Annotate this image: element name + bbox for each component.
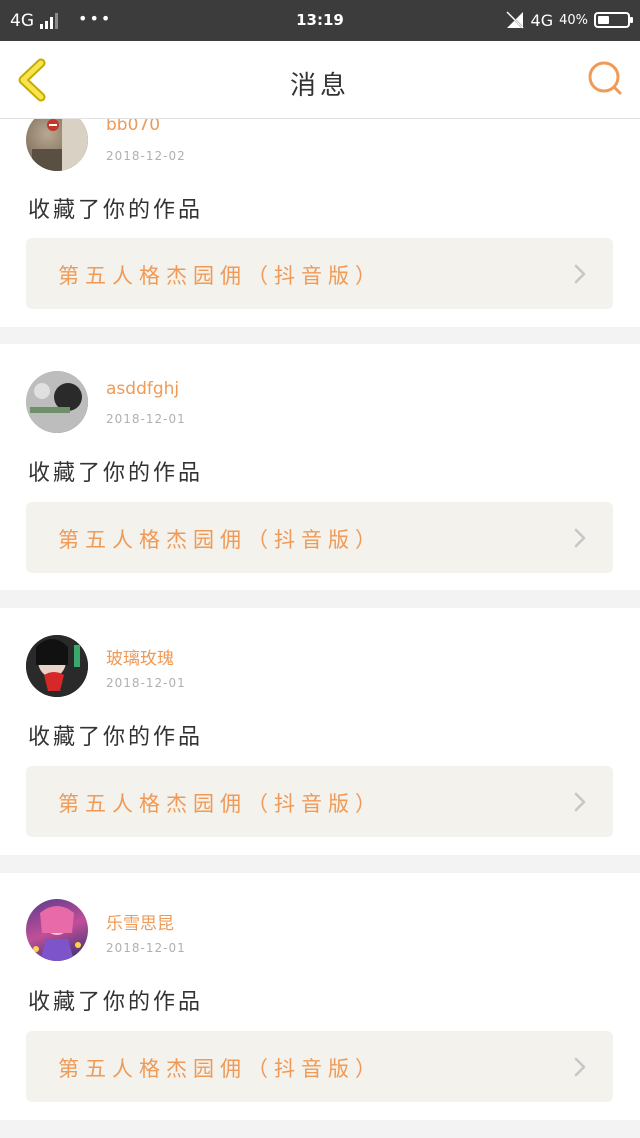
avatar[interactable]	[26, 119, 88, 171]
work-title: 第五人格杰园佣（抖音版）	[58, 528, 382, 552]
username[interactable]: 乐雪思昆	[106, 909, 174, 934]
message-card: 玻璃玫瑰 2018-12-01 收藏了你的作品 第五人格杰园佣（抖音版）	[0, 608, 640, 855]
message-date: 2018-12-02	[106, 149, 186, 163]
network-type-right: 4G	[530, 10, 554, 30]
chevron-right-icon	[574, 792, 586, 812]
chevron-right-icon	[574, 264, 586, 284]
work-link[interactable]: 第五人格杰园佣（抖音版）	[26, 502, 613, 573]
avatar-image	[26, 371, 88, 433]
page-title: 消息	[289, 71, 350, 101]
chevron-right-icon	[574, 528, 586, 548]
work-title: 第五人格杰园佣（抖音版）	[58, 1057, 382, 1081]
no-sim-icon	[505, 11, 524, 29]
avatar-image	[32, 119, 88, 171]
status-bar-right: 4G 40%	[505, 8, 633, 32]
username[interactable]: bb070	[106, 119, 160, 135]
battery-icon	[594, 12, 633, 28]
work-link[interactable]: 第五人格杰园佣（抖音版）	[26, 1031, 613, 1102]
message-card: asddfghj 2018-12-01 收藏了你的作品 第五人格杰园佣（抖音版）	[0, 344, 640, 590]
top-bar: 消息	[0, 41, 640, 119]
message-date: 2018-12-01	[106, 676, 186, 690]
avatar[interactable]	[26, 899, 88, 961]
message-action: 收藏了你的作品	[28, 461, 204, 486]
message-date: 2018-12-01	[106, 941, 186, 955]
message-card: bb070 2018-12-02 收藏了你的作品 第五人格杰园佣（抖音版）	[0, 119, 640, 327]
message-action: 收藏了你的作品	[28, 725, 204, 750]
chevron-right-icon	[574, 1057, 586, 1077]
battery-fill	[598, 16, 609, 24]
message-card: 乐雪思昆 2018-12-01 收藏了你的作品 第五人格杰园佣（抖音版）	[0, 873, 640, 1120]
message-date: 2018-12-01	[106, 412, 186, 426]
search-icon[interactable]	[586, 59, 624, 97]
work-title: 第五人格杰园佣（抖音版）	[58, 792, 382, 816]
avatar[interactable]	[26, 371, 88, 433]
username[interactable]: asddfghj	[106, 379, 179, 399]
message-action: 收藏了你的作品	[28, 198, 204, 223]
work-title: 第五人格杰园佣（抖音版）	[58, 264, 382, 288]
avatar-image	[26, 635, 88, 697]
username[interactable]: 玻璃玫瑰	[106, 644, 174, 669]
work-link[interactable]: 第五人格杰园佣（抖音版）	[26, 238, 613, 309]
avatar[interactable]	[26, 635, 88, 697]
work-link[interactable]: 第五人格杰园佣（抖音版）	[26, 766, 613, 837]
avatar-image	[33, 906, 81, 961]
battery-percent: 40%	[559, 12, 588, 28]
status-bar: 4G ••• 13:19 4G 40%	[0, 0, 640, 41]
message-list[interactable]: bb070 2018-12-02 收藏了你的作品 第五人格杰园佣（抖音版） as…	[0, 119, 640, 1138]
message-action: 收藏了你的作品	[28, 990, 204, 1015]
